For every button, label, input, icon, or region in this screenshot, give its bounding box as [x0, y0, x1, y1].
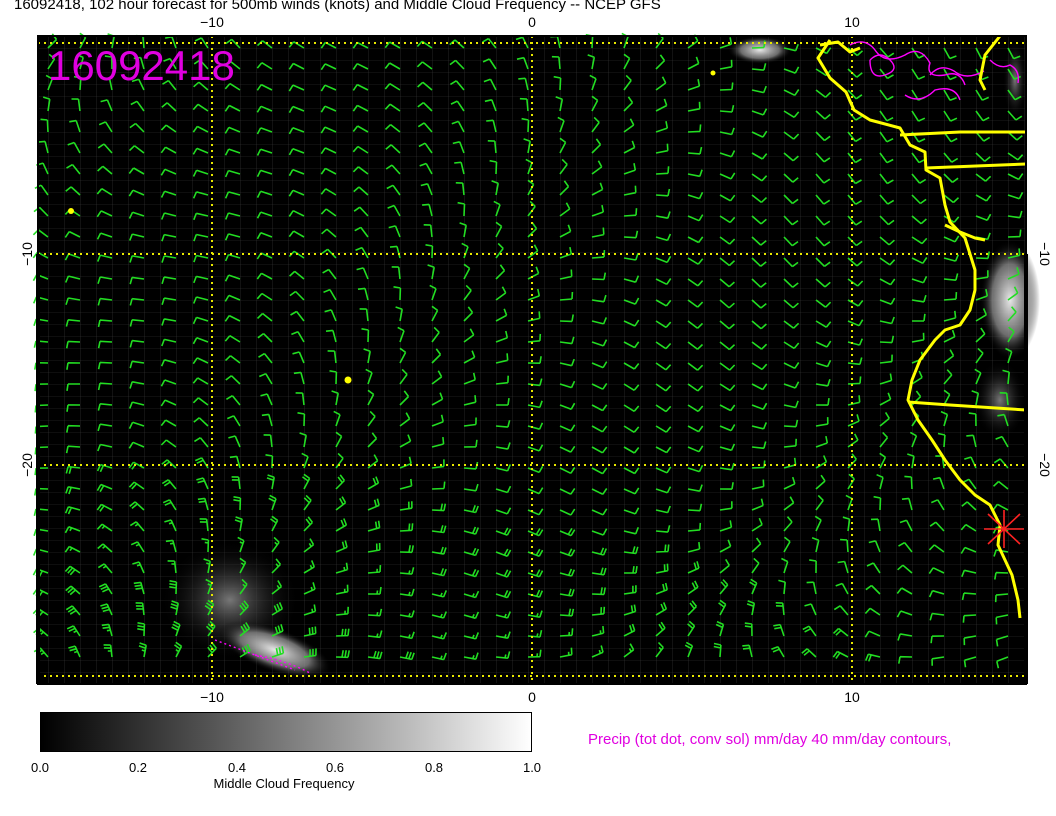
station-marker: [984, 510, 1024, 548]
map-figure: 16092418 −10 0 10 −10 0 10 −10 −20 −10 −…: [19, 14, 1053, 705]
left-lat-label-2: −20: [19, 453, 35, 477]
right-lat-label-2: −20: [1037, 453, 1053, 477]
side-strip-left: [36, 254, 40, 684]
colorbar-title: Middle Cloud Frequency: [213, 776, 355, 791]
precip-legend-note: Precip (tot dot, conv sol) mm/day 40 mm/…: [588, 731, 952, 748]
colorbar: [40, 712, 532, 752]
top-lon-label-3: 10: [844, 14, 860, 30]
colorbar-label-3: 0.6: [325, 760, 345, 775]
bottom-lon-label-2: 0: [528, 689, 536, 705]
top-lon-label-1: −10: [200, 14, 224, 30]
top-lon-label-2: 0: [528, 14, 536, 30]
colorbar-label-1: 0.2: [128, 760, 148, 775]
colorbar-label-5: 1.0: [522, 760, 542, 775]
right-lat-label-1: −10: [1037, 242, 1053, 266]
side-strip-right: [1024, 254, 1028, 684]
bottom-lon-label-3: 10: [844, 689, 860, 705]
colorbar-label-0: 0.0: [30, 760, 50, 775]
colorbar-label-4: 0.8: [424, 760, 444, 775]
colorbar-label-2: 0.4: [227, 760, 247, 775]
left-lat-label-1: −10: [19, 242, 35, 266]
date-stamp: 16092418: [48, 42, 235, 89]
bottom-lon-label-1: −10: [200, 689, 224, 705]
